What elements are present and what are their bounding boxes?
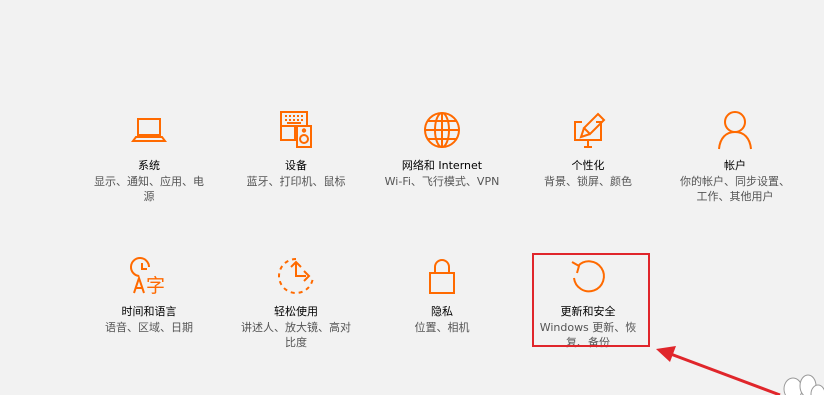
tile-description: 你的帐户、同步设置、工作、其他用户 (680, 175, 790, 203)
svg-text:字: 字 (146, 275, 165, 296)
tile-title: 设备 (285, 159, 307, 172)
paint-icon (523, 110, 653, 150)
cursor-blob (783, 374, 824, 395)
ease-of-access-icon (231, 256, 361, 296)
laptop-icon (84, 110, 214, 150)
tile-title: 帐户 (724, 159, 746, 172)
tile-description: 蓝牙、打印机、鼠标 (246, 175, 346, 188)
annotation-highlight-box (532, 253, 650, 347)
lock-icon (377, 256, 507, 296)
tile-title: 个性化 (571, 159, 605, 172)
tile-title: 系统 (138, 159, 160, 172)
tile-description: 背景、锁屏、颜色 (544, 175, 632, 188)
tile-network[interactable]: 网络和 Internet Wi-Fi、飞行模式、VPN (377, 110, 507, 189)
person-icon (670, 110, 800, 150)
tile-description: Wi-Fi、飞行模式、VPN (384, 175, 500, 188)
globe-icon (377, 110, 507, 150)
tile-devices[interactable]: 设备 蓝牙、打印机、鼠标 (231, 110, 361, 189)
tile-description: 位置、相机 (414, 321, 470, 334)
tile-description: 讲述人、放大镜、高对比度 (241, 321, 351, 349)
tile-title: 时间和语言 (121, 305, 177, 318)
tile-title: 网络和 Internet (401, 159, 483, 172)
tile-description: 语音、区域、日期 (105, 321, 193, 334)
tile-title: 隐私 (431, 305, 453, 318)
keyboard-speaker-icon (231, 110, 361, 150)
tile-ease-of-access[interactable]: 轻松使用 讲述人、放大镜、高对比度 (231, 256, 361, 350)
time-language-icon: 字 (84, 256, 214, 296)
tile-description: 显示、通知、应用、电源 (94, 175, 204, 203)
tile-title: 轻松使用 (274, 305, 318, 318)
tile-time-language[interactable]: 字 时间和语言 语音、区域、日期 (84, 256, 214, 335)
tile-personalization[interactable]: 个性化 背景、锁屏、颜色 (523, 110, 653, 189)
tile-privacy[interactable]: 隐私 位置、相机 (377, 256, 507, 335)
tile-system[interactable]: 系统 显示、通知、应用、电源 (84, 110, 214, 204)
tile-accounts[interactable]: 帐户 你的帐户、同步设置、工作、其他用户 (670, 110, 800, 204)
